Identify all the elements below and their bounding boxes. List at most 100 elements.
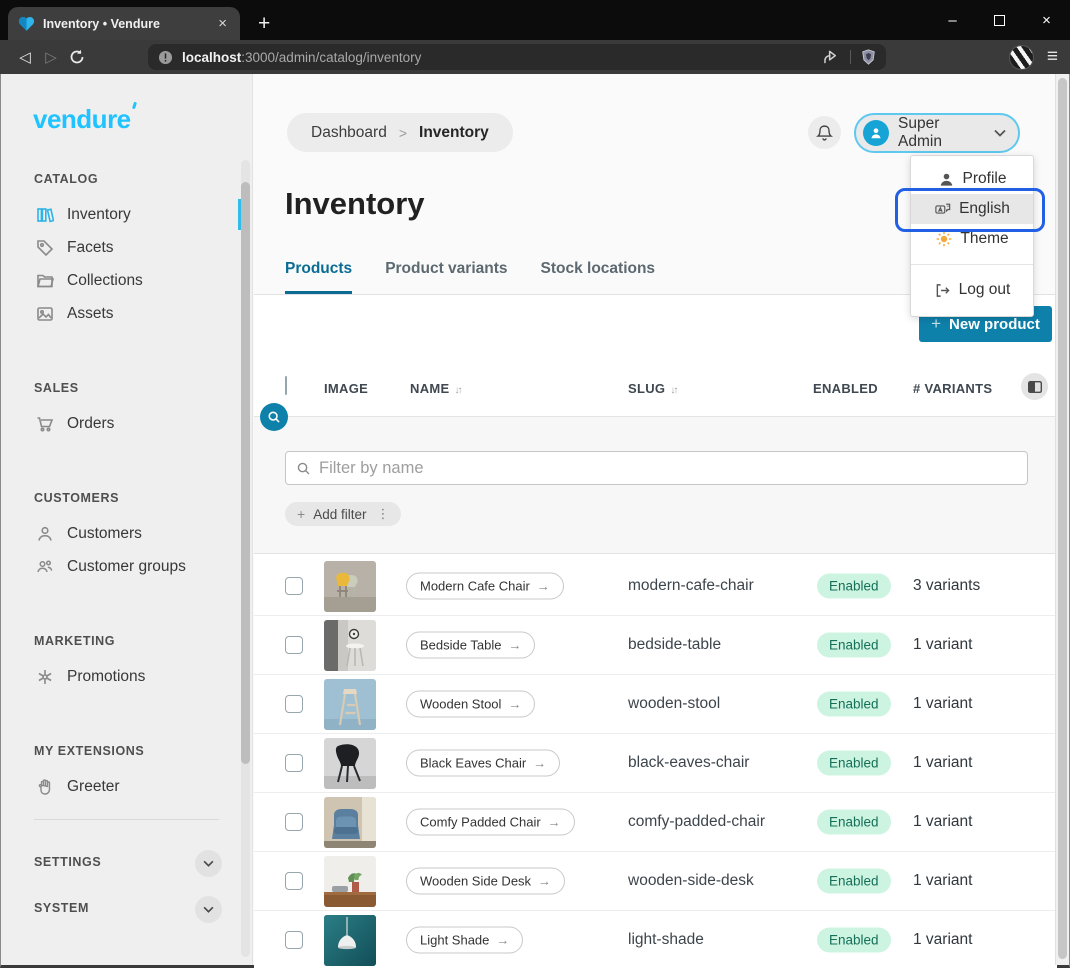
product-thumbnail [324,679,376,730]
sidebar-item-label: Customer groups [67,558,186,576]
table-row: Wooden Stool→ wooden-stool Enabled 1 var… [254,675,1057,734]
product-name-chip[interactable]: Wooden Side Desk→ [406,868,565,895]
sidebar-section-system[interactable]: SYSTEM [1,886,252,932]
breadcrumb-inventory[interactable]: Inventory [419,124,489,142]
row-checkbox[interactable] [285,931,303,949]
product-thumbnail [324,797,376,848]
row-checkbox[interactable] [285,695,303,713]
page-scrollbar-thumb[interactable] [1058,78,1067,959]
status-badge: Enabled [817,633,891,658]
arrow-right-icon: → [538,874,551,889]
breadcrumb-dashboard[interactable]: Dashboard [311,124,387,142]
add-filter-button[interactable]: + Add filter ⋮ [285,502,401,526]
breadcrumb-separator-icon: > [399,125,407,141]
window-close-button[interactable]: × [1023,0,1070,40]
filter-panel: + Add filter ⋮ [254,416,1057,554]
table-row: Comfy Padded Chair→ comfy-padded-chair E… [254,793,1057,852]
browser-menu-icon[interactable]: ≡ [1047,46,1058,68]
url-text: localhost:3000/admin/catalog/inventory [182,50,814,65]
product-name-chip[interactable]: Modern Cafe Chair→ [406,573,564,600]
sidebar-item-facets[interactable]: Facets [1,231,252,264]
product-thumbnail [324,561,376,612]
product-name-chip[interactable]: Comfy Padded Chair→ [406,809,575,836]
user-menu-button[interactable]: Super Admin [854,113,1020,153]
variant-count: 1 variant [913,636,972,654]
tab-close-icon[interactable]: × [215,15,230,32]
sidebar-item-label: Promotions [67,668,145,686]
admin-page: vendure CATALOG Inventory Facets Collect… [0,74,1070,968]
filter-by-name-input[interactable] [319,459,1017,478]
window-minimize-button[interactable]: – [929,0,976,40]
row-checkbox[interactable] [285,577,303,595]
sidebar-item-customer-groups[interactable]: Customer groups [1,550,252,583]
sidebar-scrollbar-thumb[interactable] [241,182,250,764]
chevron-down-icon [994,129,1006,137]
product-name-chip[interactable]: Wooden Stool→ [406,691,535,718]
select-all-checkbox[interactable] [285,376,287,395]
row-checkbox[interactable] [285,813,303,831]
sort-icon: ↓↑ [670,385,676,396]
menu-item-logout[interactable]: Log out [911,275,1033,305]
cart-icon [35,414,54,433]
tab-bar: Products Product variants Stock location… [285,260,655,294]
sidebar-section-settings[interactable]: SETTINGS [1,840,252,886]
vendure-logo[interactable]: vendure [1,74,252,158]
share-icon[interactable] [823,50,840,65]
site-info-icon[interactable] [158,50,173,65]
column-header-slug[interactable]: SLUG↓↑ [628,381,676,396]
sidebar-item-collections[interactable]: Collections [1,264,252,297]
logo-tick [132,102,137,110]
menu-item-profile[interactable]: Profile [911,164,1033,194]
sidebar-item-greeter[interactable]: Greeter [1,770,252,803]
menu-item-language[interactable]: English [911,194,1033,224]
menu-item-theme[interactable]: Theme [911,224,1033,254]
page-scrollbar-track[interactable] [1055,74,1069,965]
back-button[interactable]: ◁ [12,48,38,66]
product-name-chip[interactable]: Black Eaves Chair→ [406,750,560,777]
browser-tab[interactable]: Inventory • Vendure × [8,7,240,40]
status-badge: Enabled [817,928,891,953]
sidebar-item-inventory[interactable]: Inventory [1,198,252,231]
notifications-button[interactable] [808,116,841,149]
row-checkbox[interactable] [285,872,303,890]
user-dropdown-menu: Profile English Theme Log out [910,155,1034,317]
books-icon [35,205,54,224]
sidebar-item-promotions[interactable]: Promotions [1,660,252,693]
row-checkbox[interactable] [285,754,303,772]
sidebar-item-assets[interactable]: Assets [1,297,252,330]
column-header-name[interactable]: NAME↓↑ [410,381,460,396]
tab-product-variants[interactable]: Product variants [385,260,507,294]
tab-products[interactable]: Products [285,260,352,294]
product-table: Modern Cafe Chair→ modern-cafe-chair Ena… [254,557,1057,968]
sidebar-item-orders[interactable]: Orders [1,407,252,440]
column-header-image: IMAGE [324,381,368,396]
search-button[interactable] [260,403,288,431]
sidebar-item-label: Assets [67,305,114,323]
menu-divider [911,264,1033,265]
row-checkbox[interactable] [285,636,303,654]
sun-icon [935,231,952,248]
product-slug: comfy-padded-chair [628,813,765,831]
section-label-sales: SALES [1,381,252,397]
reload-button[interactable] [64,49,90,65]
asterisk-icon [35,667,54,686]
variant-count: 1 variant [913,872,972,890]
variant-count: 3 variants [913,577,980,595]
product-name-chip[interactable]: Bedside Table→ [406,632,535,659]
url-bar[interactable]: localhost:3000/admin/catalog/inventory [148,44,886,70]
chevron-down-icon[interactable] [195,896,222,923]
product-slug: wooden-stool [628,695,720,713]
product-slug: bedside-table [628,636,721,654]
forward-button: ▷ [38,48,64,66]
tab-stock-locations[interactable]: Stock locations [541,260,656,294]
brave-shield-icon[interactable] [861,49,876,65]
new-tab-button[interactable]: + [258,12,270,36]
column-header-variants: # VARIANTS [913,381,992,396]
window-maximize-button[interactable] [976,0,1023,40]
browser-profile-avatar[interactable] [1009,45,1034,70]
chevron-down-icon[interactable] [195,850,222,877]
sidebar-item-label: Inventory [67,206,131,224]
sidebar-item-customers[interactable]: Customers [1,517,252,550]
product-name-chip[interactable]: Light Shade→ [406,927,523,954]
column-settings-button[interactable] [1021,373,1048,400]
